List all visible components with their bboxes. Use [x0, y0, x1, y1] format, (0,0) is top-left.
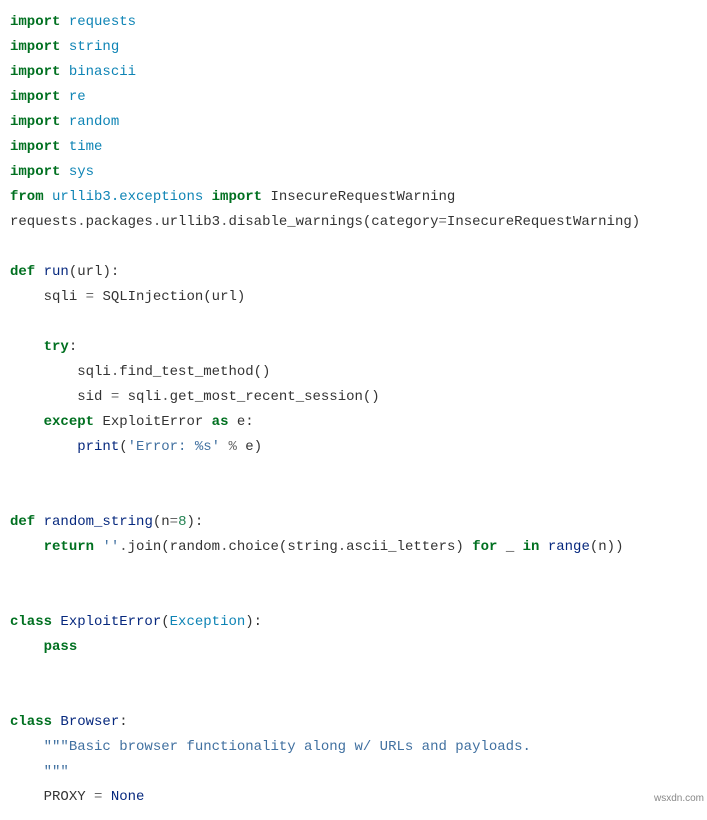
code-line: pass	[10, 639, 77, 655]
code-line: try:	[10, 339, 77, 355]
code-line: class ExploitError(Exception):	[10, 614, 262, 630]
code-line: import binascii	[10, 64, 136, 80]
code-line: except ExploitError as e:	[10, 414, 254, 430]
code-line: def random_string(n=8):	[10, 514, 203, 530]
code-line: from urllib3.exceptions import InsecureR…	[10, 189, 455, 205]
code-block: import requests import string import bin…	[10, 10, 697, 810]
code-line: return ''.join(random.choice(string.asci…	[10, 539, 623, 555]
code-line: import string	[10, 39, 119, 55]
code-line: sqli = SQLInjection(url)	[10, 289, 245, 305]
code-line: sqli.find_test_method()	[10, 364, 270, 380]
watermark: wsxdn.com	[654, 786, 704, 811]
code-line: import random	[10, 114, 119, 130]
code-line: """	[10, 764, 69, 780]
code-line: import sys	[10, 164, 94, 180]
code-line: sid = sqli.get_most_recent_session()	[10, 389, 380, 405]
code-line: requests.packages.urllib3.disable_warnin…	[10, 214, 640, 230]
code-line: def run(url):	[10, 264, 119, 280]
code-line: """Basic browser functionality along w/ …	[10, 739, 531, 755]
code-line: PROXY = None	[10, 789, 144, 805]
code-line: import requests	[10, 14, 136, 30]
code-line: import time	[10, 139, 102, 155]
code-line: import re	[10, 89, 86, 105]
code-line: print('Error: %s' % e)	[10, 439, 262, 455]
code-line: class Browser:	[10, 714, 128, 730]
